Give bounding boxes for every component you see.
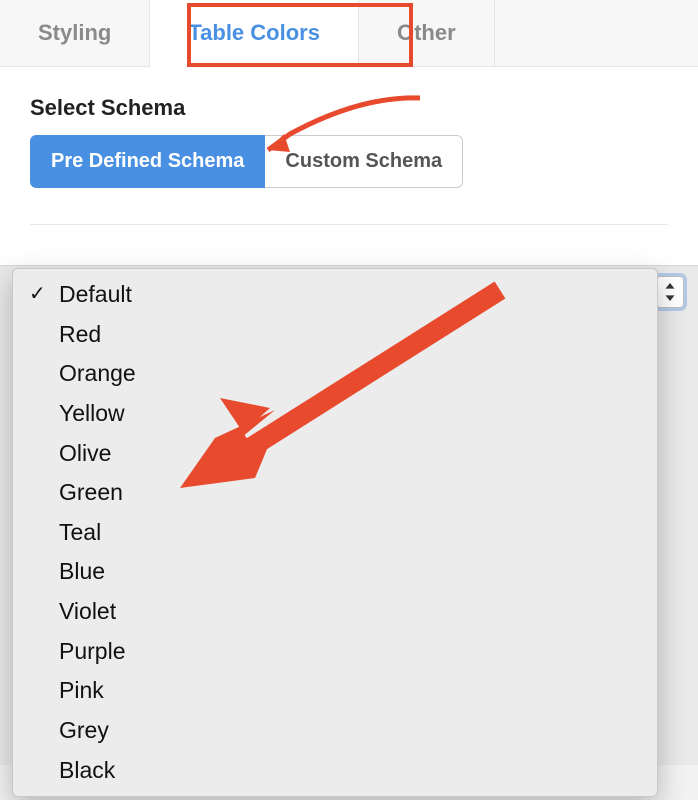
custom-schema-button[interactable]: Custom Schema xyxy=(265,135,463,188)
schema-segmented-control: Pre Defined Schema Custom Schema xyxy=(30,135,463,188)
updown-icon xyxy=(664,283,676,301)
dropdown-option-teal[interactable]: Teal xyxy=(13,513,657,553)
dropdown-option-purple[interactable]: Purple xyxy=(13,632,657,672)
dropdown-option-grey[interactable]: Grey xyxy=(13,711,657,751)
settings-panel: Styling Table Colors Other Select Schema… xyxy=(0,0,698,265)
dropdown-option-olive[interactable]: Olive xyxy=(13,434,657,474)
dropdown-option-green[interactable]: Green xyxy=(13,473,657,513)
dropdown-option-pink[interactable]: Pink xyxy=(13,671,657,711)
dropdown-option-blue[interactable]: Blue xyxy=(13,552,657,592)
dropdown-option-black[interactable]: Black xyxy=(13,751,657,791)
dropdown-option-yellow[interactable]: Yellow xyxy=(13,394,657,434)
schema-dropdown: Default Red Orange Yellow Olive Green Te… xyxy=(12,268,658,797)
predefined-schema-button[interactable]: Pre Defined Schema xyxy=(30,135,265,188)
dropdown-option-red[interactable]: Red xyxy=(13,315,657,355)
dropdown-option-default[interactable]: Default xyxy=(13,275,657,315)
dropdown-option-orange[interactable]: Orange xyxy=(13,354,657,394)
select-stepper-icon[interactable] xyxy=(656,276,684,308)
tab-table-colors[interactable]: Table Colors xyxy=(150,0,359,67)
tab-other[interactable]: Other xyxy=(359,0,495,66)
tab-styling[interactable]: Styling xyxy=(0,0,150,66)
tab-content: Select Schema Pre Defined Schema Custom … xyxy=(0,67,698,265)
divider xyxy=(30,224,668,225)
select-schema-label: Select Schema xyxy=(30,95,668,121)
tab-bar: Styling Table Colors Other xyxy=(0,0,698,67)
dropdown-option-violet[interactable]: Violet xyxy=(13,592,657,632)
